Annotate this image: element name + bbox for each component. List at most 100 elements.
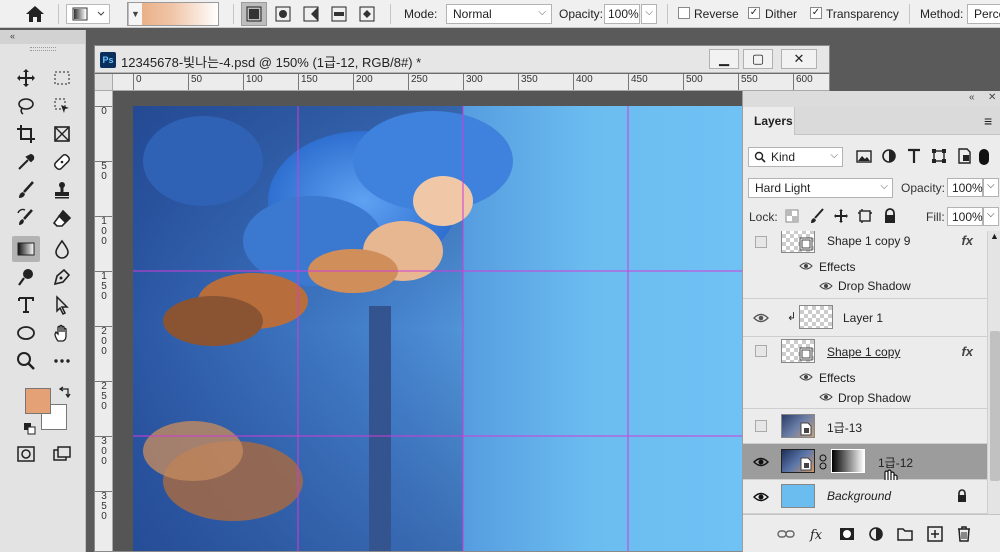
trash-icon[interactable]	[955, 525, 973, 543]
lock-all-icon[interactable]	[883, 208, 897, 224]
layer-thumbnail[interactable]	[781, 484, 815, 508]
history-brush-tool[interactable]	[12, 205, 40, 231]
hand-tool[interactable]	[48, 320, 76, 346]
adjustment-filter-icon[interactable]	[880, 147, 898, 165]
path-selection-tool[interactable]	[48, 292, 76, 318]
add-mask-icon[interactable]	[838, 525, 856, 543]
visibility-toggle[interactable]	[755, 345, 767, 357]
eyedropper-tool[interactable]	[12, 149, 40, 175]
eye-icon[interactable]	[819, 281, 833, 291]
default-colors-icon[interactable]	[23, 422, 37, 439]
lock-artboard-icon[interactable]	[857, 208, 873, 224]
dodge-tool[interactable]	[12, 264, 40, 290]
healing-brush-tool[interactable]	[48, 149, 76, 175]
pen-tool[interactable]	[48, 264, 76, 290]
layer-row[interactable]: Shape 1 copy 9 fx Effects Drop Shadow	[743, 231, 987, 299]
layer-thumbnail[interactable]	[781, 449, 815, 473]
layer-row[interactable]: Background	[743, 480, 987, 514]
smart-object-filter-icon[interactable]	[955, 147, 973, 165]
layer-thumbnail[interactable]	[781, 414, 815, 438]
panel-menu-icon[interactable]: ≡	[984, 113, 992, 129]
minimize-button[interactable]: ▁	[709, 49, 739, 69]
zoom-tool[interactable]	[12, 348, 40, 374]
blur-tool[interactable]	[48, 236, 76, 262]
close-panel-button[interactable]: ✕	[988, 92, 996, 103]
eraser-tool[interactable]	[48, 205, 76, 231]
layer-name[interactable]: Background	[827, 489, 891, 503]
lock-position-icon[interactable]	[833, 208, 849, 224]
fx-icon[interactable]: fx	[961, 344, 973, 359]
eye-icon[interactable]	[753, 490, 769, 504]
fill-input[interactable]: 100%	[947, 207, 983, 226]
angle-gradient-button[interactable]	[298, 2, 324, 26]
new-layer-icon[interactable]	[926, 525, 944, 543]
collapse-panel-button[interactable]: «	[969, 92, 975, 103]
filter-toggle-switch[interactable]	[979, 149, 989, 165]
eye-icon[interactable]	[819, 392, 833, 402]
layer-row[interactable]: 1급-13	[743, 409, 987, 444]
tool-preset-picker[interactable]	[66, 4, 110, 24]
scroll-up-icon[interactable]: ▲	[990, 231, 999, 241]
opacity-dropdown-button[interactable]: ⌵	[641, 4, 657, 24]
brush-tool[interactable]	[12, 177, 40, 203]
method-select[interactable]: Perce	[967, 4, 1000, 24]
layer-row-selected[interactable]: 1급-12	[743, 444, 987, 494]
marquee-tool[interactable]	[48, 65, 76, 91]
toolbox-collapse-button[interactable]: «	[0, 30, 85, 44]
opacity-input[interactable]: 100%	[604, 4, 640, 24]
vertical-ruler[interactable]: 0 50 100 150 200 250 300 350	[95, 91, 113, 551]
layer-name[interactable]: Shape 1 copy	[827, 345, 900, 359]
diamond-gradient-button[interactable]	[354, 2, 380, 26]
scrollbar-thumb[interactable]	[990, 331, 1000, 481]
edit-toolbar-button[interactable]	[48, 348, 76, 374]
home-icon[interactable]	[20, 3, 50, 25]
tab-layers[interactable]: Layers	[743, 107, 795, 135]
lock-transparent-pixels-icon[interactable]	[785, 209, 799, 223]
mode-select[interactable]: Normal ⌵	[446, 4, 552, 24]
adjustment-layer-icon[interactable]	[867, 525, 885, 543]
eye-icon[interactable]	[799, 261, 813, 271]
screen-mode-button[interactable]	[48, 441, 76, 467]
chevron-down-icon[interactable]: ▼	[128, 3, 142, 25]
type-filter-icon[interactable]	[905, 147, 923, 165]
fx-icon[interactable]: fx	[809, 525, 827, 543]
layer-name[interactable]: 1급-13	[827, 419, 862, 436]
blend-mode-select[interactable]: Hard Light ⌵	[748, 178, 893, 198]
fill-dropdown[interactable]: ⌵	[983, 207, 999, 226]
dither-checkbox[interactable]: ✓	[748, 7, 760, 19]
crop-tool[interactable]	[12, 121, 40, 147]
layer-list-scrollbar[interactable]: ▲	[987, 231, 1000, 514]
image-filter-icon[interactable]	[855, 147, 873, 165]
foreground-color-swatch[interactable]	[25, 388, 51, 414]
layer-name[interactable]: Shape 1 copy 9	[827, 234, 910, 248]
radial-gradient-button[interactable]	[270, 2, 296, 26]
layer-opacity-dropdown[interactable]: ⌵	[983, 178, 999, 197]
folder-icon[interactable]	[896, 525, 914, 543]
gradient-picker[interactable]: ▼	[127, 2, 219, 26]
lasso-tool[interactable]	[12, 93, 40, 119]
shape-filter-icon[interactable]	[930, 147, 948, 165]
filter-kind-select[interactable]: Kind ⌵	[748, 147, 843, 167]
layer-name[interactable]: Layer 1	[843, 311, 883, 325]
swap-colors-icon[interactable]	[58, 386, 72, 403]
visibility-toggle[interactable]	[755, 420, 767, 432]
gradient-tool[interactable]	[12, 236, 40, 262]
transparency-checkbox[interactable]: ✓	[810, 7, 822, 19]
artwork-canvas[interactable]	[113, 91, 745, 551]
frame-tool[interactable]	[48, 121, 76, 147]
object-selection-tool[interactable]	[48, 93, 76, 119]
lock-image-pixels-icon[interactable]	[809, 208, 825, 224]
ellipse-tool[interactable]	[12, 320, 40, 346]
close-document-button[interactable]: ✕	[781, 49, 817, 69]
visibility-toggle[interactable]	[755, 236, 767, 248]
fx-icon[interactable]: fx	[961, 233, 973, 248]
layer-opacity-input[interactable]: 100%	[947, 178, 983, 197]
canvas-area[interactable]	[113, 91, 745, 551]
layer-mask-thumbnail[interactable]	[831, 449, 865, 473]
document-title-bar[interactable]: Ps 12345678-빛나는-4.psd @ 150% (1급-12, RGB…	[95, 46, 829, 73]
toolbox-grip[interactable]	[30, 47, 56, 51]
layer-row[interactable]: Shape 1 copy fx Effects Drop Shadow	[743, 337, 987, 409]
eye-icon[interactable]	[799, 372, 813, 382]
link-layers-icon[interactable]	[777, 525, 795, 543]
layer-thumbnail[interactable]	[781, 339, 815, 363]
